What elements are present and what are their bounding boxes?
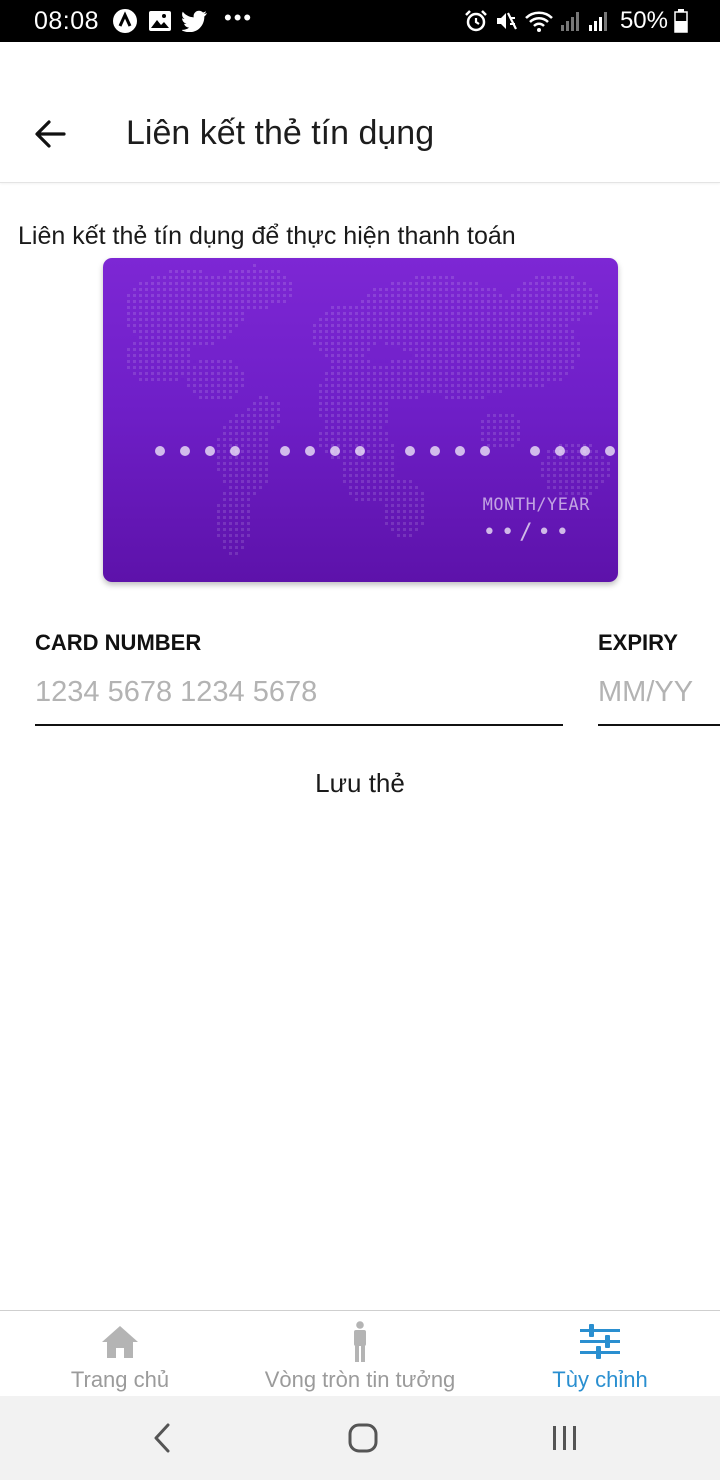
alarm-icon: [464, 9, 488, 33]
twitter-icon: [182, 10, 208, 32]
card-digit-dot: [305, 446, 315, 456]
system-nav-bar: [0, 1396, 720, 1480]
home-nav-icon: [348, 1423, 378, 1453]
card-digit-dot: [205, 446, 215, 456]
card-digit-dot: [280, 446, 290, 456]
more-notifications-icon: •••: [224, 5, 254, 30]
battery-percent: 50%: [619, 7, 668, 34]
status-bar: 08:08 ••• 50%: [0, 0, 720, 42]
card-number-dots: [155, 446, 615, 456]
card-digit-dot: [605, 446, 615, 456]
card-digit-dot: [530, 446, 540, 456]
mute-icon: [494, 9, 518, 33]
notification-icons: •••: [112, 5, 254, 34]
back-button[interactable]: [24, 112, 76, 156]
tab-settings[interactable]: Tùy chỉnh: [480, 1311, 720, 1397]
card-digit-dot: [455, 446, 465, 456]
react-icon: [112, 8, 138, 34]
card-digit-dot: [355, 446, 365, 456]
battery-icon: [674, 9, 688, 33]
settings-sliders-icon: [578, 1321, 622, 1363]
save-card-button[interactable]: Lưu thẻ: [0, 758, 720, 808]
card-digit-dot: [180, 446, 190, 456]
tab-settings-label: Tùy chỉnh: [552, 1367, 648, 1392]
card-digit-dot: [405, 446, 415, 456]
system-home-button[interactable]: [323, 1414, 403, 1462]
credit-card-preview: MONTH/YEAR ••/••: [103, 258, 618, 582]
page-title: Liên kết thẻ tín dụng: [126, 114, 435, 152]
bottom-tab-bar: Trang chủ Vòng tròn tin tưởng Tùy chỉnh: [0, 1310, 720, 1396]
card-digit-dot: [430, 446, 440, 456]
card-digit-dot: [555, 446, 565, 456]
system-status-icons: 50%: [464, 7, 688, 34]
card-digit-dot: [580, 446, 590, 456]
card-digit-dot: [480, 446, 490, 456]
home-icon: [98, 1321, 142, 1363]
expiry-label: EXPIRY: [598, 630, 678, 655]
gallery-icon: [148, 10, 172, 32]
system-recents-button[interactable]: [525, 1414, 605, 1462]
card-expiry-value: ••/••: [482, 520, 574, 545]
signal-icon-1: [560, 9, 582, 33]
app-header: Liên kết thẻ tín dụng: [0, 42, 720, 183]
signal-icon-2: [588, 9, 610, 33]
intro-text: Liên kết thẻ tín dụng để thực hiện thanh…: [18, 222, 516, 250]
status-time: 08:08: [34, 7, 100, 35]
tab-trust-circle-label: Vòng tròn tin tưởng: [264, 1367, 456, 1392]
card-number-input[interactable]: [35, 676, 563, 726]
recents-nav-icon: [553, 1426, 576, 1450]
expiry-input[interactable]: [598, 676, 720, 726]
card-digit-dot: [330, 446, 340, 456]
card-number-label: CARD NUMBER: [35, 630, 202, 655]
tab-trust-circle[interactable]: Vòng tròn tin tưởng: [240, 1311, 480, 1397]
tab-home-label: Trang chủ: [70, 1367, 170, 1392]
back-nav-icon: [154, 1423, 170, 1453]
card-digit-dot: [230, 446, 240, 456]
person-icon: [338, 1321, 382, 1363]
tab-home[interactable]: Trang chủ: [0, 1311, 240, 1397]
system-back-button[interactable]: [122, 1414, 202, 1462]
wifi-icon: [524, 9, 554, 33]
card-expiry-label: MONTH/YEAR: [482, 495, 590, 515]
arrow-left-icon: [35, 120, 66, 148]
card-digit-dot: [155, 446, 165, 456]
